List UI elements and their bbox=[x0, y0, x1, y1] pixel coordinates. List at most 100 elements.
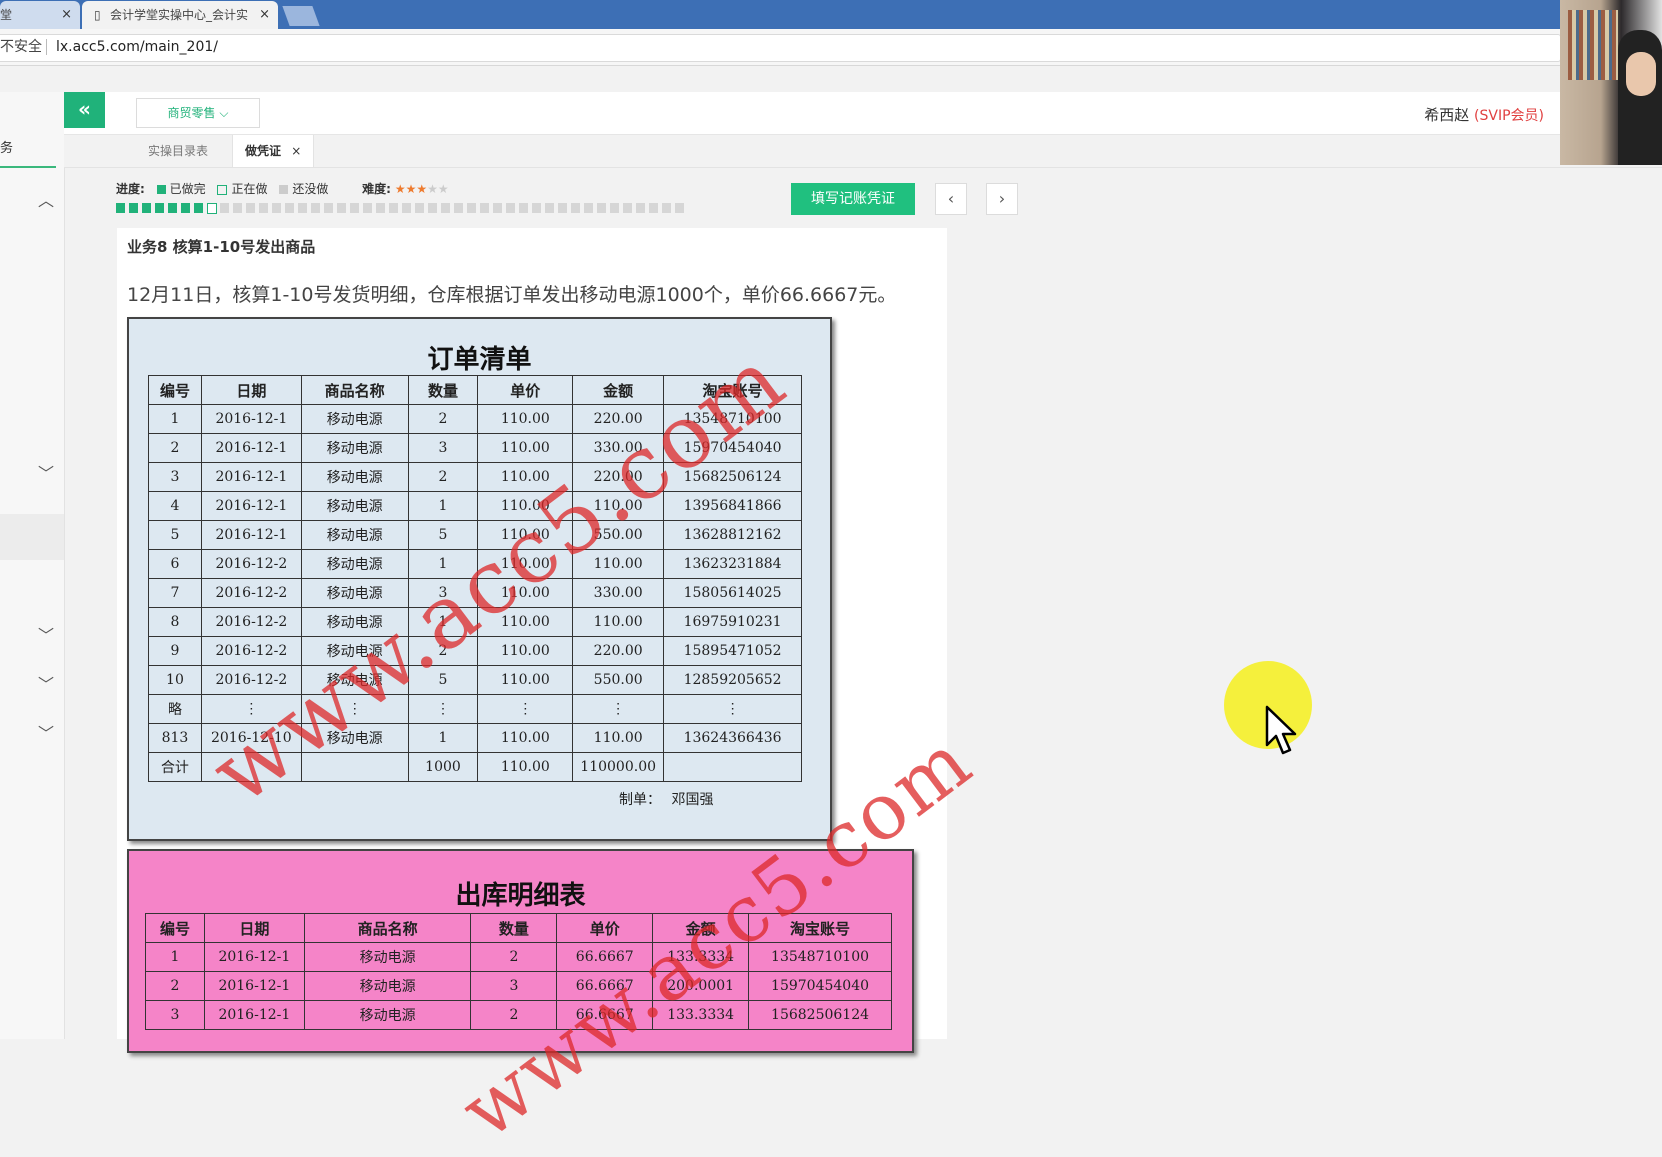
progress-cell[interactable] bbox=[558, 203, 567, 213]
next-button[interactable]: › bbox=[986, 183, 1018, 215]
table-cell: 移动电源 bbox=[300, 636, 409, 666]
progress-cell[interactable] bbox=[246, 203, 255, 213]
progress-cell[interactable] bbox=[441, 203, 450, 213]
table-cell: 移动电源 bbox=[303, 942, 472, 972]
progress-cell[interactable] bbox=[532, 203, 541, 213]
progress-cell[interactable] bbox=[636, 203, 645, 213]
table-cell: 3 bbox=[407, 578, 479, 608]
browser-tab-active[interactable]: ▯ 会计学堂实操中心_会计实 × bbox=[82, 1, 278, 29]
url-text[interactable]: lx.acc5.com/main_201/ bbox=[56, 29, 218, 65]
progress-cell[interactable] bbox=[272, 203, 281, 213]
close-icon[interactable]: × bbox=[259, 1, 270, 29]
user-name: 希西赵 bbox=[1424, 106, 1470, 124]
chevron-down-icon[interactable]: ﹀ bbox=[38, 671, 54, 695]
progress-cell[interactable] bbox=[116, 203, 125, 213]
document-title: 出库明细表 bbox=[455, 881, 586, 911]
progress-legend: 进度: 已做完 正在做 还没做 难度: ★★★★★ bbox=[116, 180, 449, 197]
difficulty-label: 难度: bbox=[362, 182, 391, 196]
progress-cell[interactable] bbox=[649, 203, 658, 213]
user-info[interactable]: 希西赵 (SVIP会员) bbox=[1424, 104, 1544, 125]
close-icon[interactable]: × bbox=[61, 1, 72, 29]
progress-cell[interactable] bbox=[623, 203, 632, 213]
progress-cell[interactable] bbox=[610, 203, 619, 213]
progress-cell[interactable] bbox=[350, 203, 359, 213]
fill-voucher-button[interactable]: 填写记账凭证 bbox=[791, 183, 915, 215]
table-cell: 1000 bbox=[407, 752, 479, 782]
table-cell: 1 bbox=[148, 404, 202, 434]
prev-button[interactable]: ‹ bbox=[935, 183, 967, 215]
progress-cell[interactable] bbox=[571, 203, 580, 213]
progress-cell[interactable] bbox=[662, 203, 671, 213]
divider bbox=[46, 39, 47, 55]
table-cell: ⋮ bbox=[477, 694, 574, 724]
progress-cell[interactable] bbox=[506, 203, 515, 213]
presenter-image bbox=[1618, 30, 1662, 165]
column-header: 商品名称 bbox=[303, 913, 472, 943]
progress-cell[interactable] bbox=[519, 203, 528, 213]
progress-cell[interactable] bbox=[142, 203, 151, 213]
progress-cell[interactable] bbox=[402, 203, 411, 213]
progress-cell[interactable] bbox=[454, 203, 463, 213]
progress-cell[interactable] bbox=[376, 203, 385, 213]
column-header: 金额 bbox=[652, 913, 750, 943]
close-icon[interactable]: × bbox=[291, 144, 301, 158]
progress-cell[interactable] bbox=[324, 203, 333, 213]
progress-cell[interactable] bbox=[363, 203, 372, 213]
table-cell: 550.00 bbox=[572, 665, 665, 695]
collapse-sidebar-button[interactable]: « bbox=[64, 92, 105, 128]
progress-cell[interactable] bbox=[389, 203, 398, 213]
chevron-down-icon[interactable]: ﹀ bbox=[38, 720, 54, 744]
progress-cell[interactable] bbox=[415, 203, 424, 213]
progress-cell[interactable] bbox=[207, 203, 217, 214]
table-cell: 110.00 bbox=[572, 607, 665, 637]
table-cell: 15805614025 bbox=[663, 578, 802, 608]
table-cell: 110.00 bbox=[477, 404, 574, 434]
progress-cell[interactable] bbox=[233, 203, 242, 213]
table-cell: 2016-12-2 bbox=[200, 607, 302, 637]
insecure-label[interactable]: 不安全 bbox=[0, 29, 42, 65]
browser-tab[interactable]: 堂 × bbox=[0, 1, 80, 29]
chevron-up-icon[interactable]: ︿ bbox=[38, 187, 54, 211]
progress-cell[interactable] bbox=[584, 203, 593, 213]
table-row: 3 2016-12-1 移动电源 2 110.00 220.00 15682506124 bbox=[148, 462, 802, 492]
progress-cell[interactable] bbox=[259, 203, 268, 213]
table-cell: 2016-12-2 bbox=[200, 578, 302, 608]
progress-cell[interactable] bbox=[155, 203, 164, 213]
progress-cell[interactable] bbox=[467, 203, 476, 213]
progress-cell[interactable] bbox=[285, 203, 294, 213]
progress-cell[interactable] bbox=[220, 203, 229, 213]
table-cell: 2016-12-1 bbox=[200, 491, 302, 521]
tab-practice-catalog[interactable]: 实操目录表 bbox=[136, 135, 220, 167]
progress-cell[interactable] bbox=[493, 203, 502, 213]
table-cell: 110.00 bbox=[477, 723, 574, 753]
new-tab-button[interactable] bbox=[282, 6, 320, 26]
progress-cell[interactable] bbox=[428, 203, 437, 213]
url-box[interactable] bbox=[0, 34, 1561, 62]
chevron-down-icon[interactable]: ﹀ bbox=[38, 460, 54, 484]
progress-cell[interactable] bbox=[675, 203, 684, 213]
category-dropdown[interactable]: 商贸零售 ⌵ bbox=[136, 98, 260, 128]
column-header: 单价 bbox=[556, 913, 654, 943]
progress-cell[interactable] bbox=[480, 203, 489, 213]
table-cell: 110.00 bbox=[477, 462, 574, 492]
table-header-row: 编号 日期 商品名称 数量 单价 金额 淘宝账号 bbox=[145, 913, 892, 943]
progress-cell[interactable] bbox=[181, 203, 190, 213]
table-cell: 550.00 bbox=[572, 520, 665, 550]
progress-cell[interactable] bbox=[129, 203, 138, 213]
progress-cell[interactable] bbox=[298, 203, 307, 213]
chevron-down-icon[interactable]: ﹀ bbox=[38, 622, 54, 646]
tab-make-voucher[interactable]: 做凭证 × bbox=[232, 135, 315, 167]
table-row: 6 2016-12-2 移动电源 1 110.00 110.00 13623231884 bbox=[148, 549, 802, 579]
progress-cell[interactable] bbox=[194, 203, 203, 213]
order-list-document: 订单清单 编号 日期 商品名称 数量 单价 金额 淘宝账号 1 2016-12-1 移动电源 2 1… bbox=[127, 317, 832, 841]
sidebar-item-selected[interactable] bbox=[0, 514, 64, 560]
table-cell: 1 bbox=[407, 607, 479, 637]
progress-cell[interactable] bbox=[597, 203, 606, 213]
progress-cell[interactable] bbox=[311, 203, 320, 213]
progress-cell[interactable] bbox=[168, 203, 177, 213]
task-title: 业务8 核算1-10号发出商品 bbox=[127, 238, 316, 256]
table-cell: 813 bbox=[148, 723, 202, 753]
progress-cell[interactable] bbox=[337, 203, 346, 213]
progress-cell[interactable] bbox=[545, 203, 554, 213]
sidebar-item-label[interactable]: 务 bbox=[0, 137, 13, 156]
